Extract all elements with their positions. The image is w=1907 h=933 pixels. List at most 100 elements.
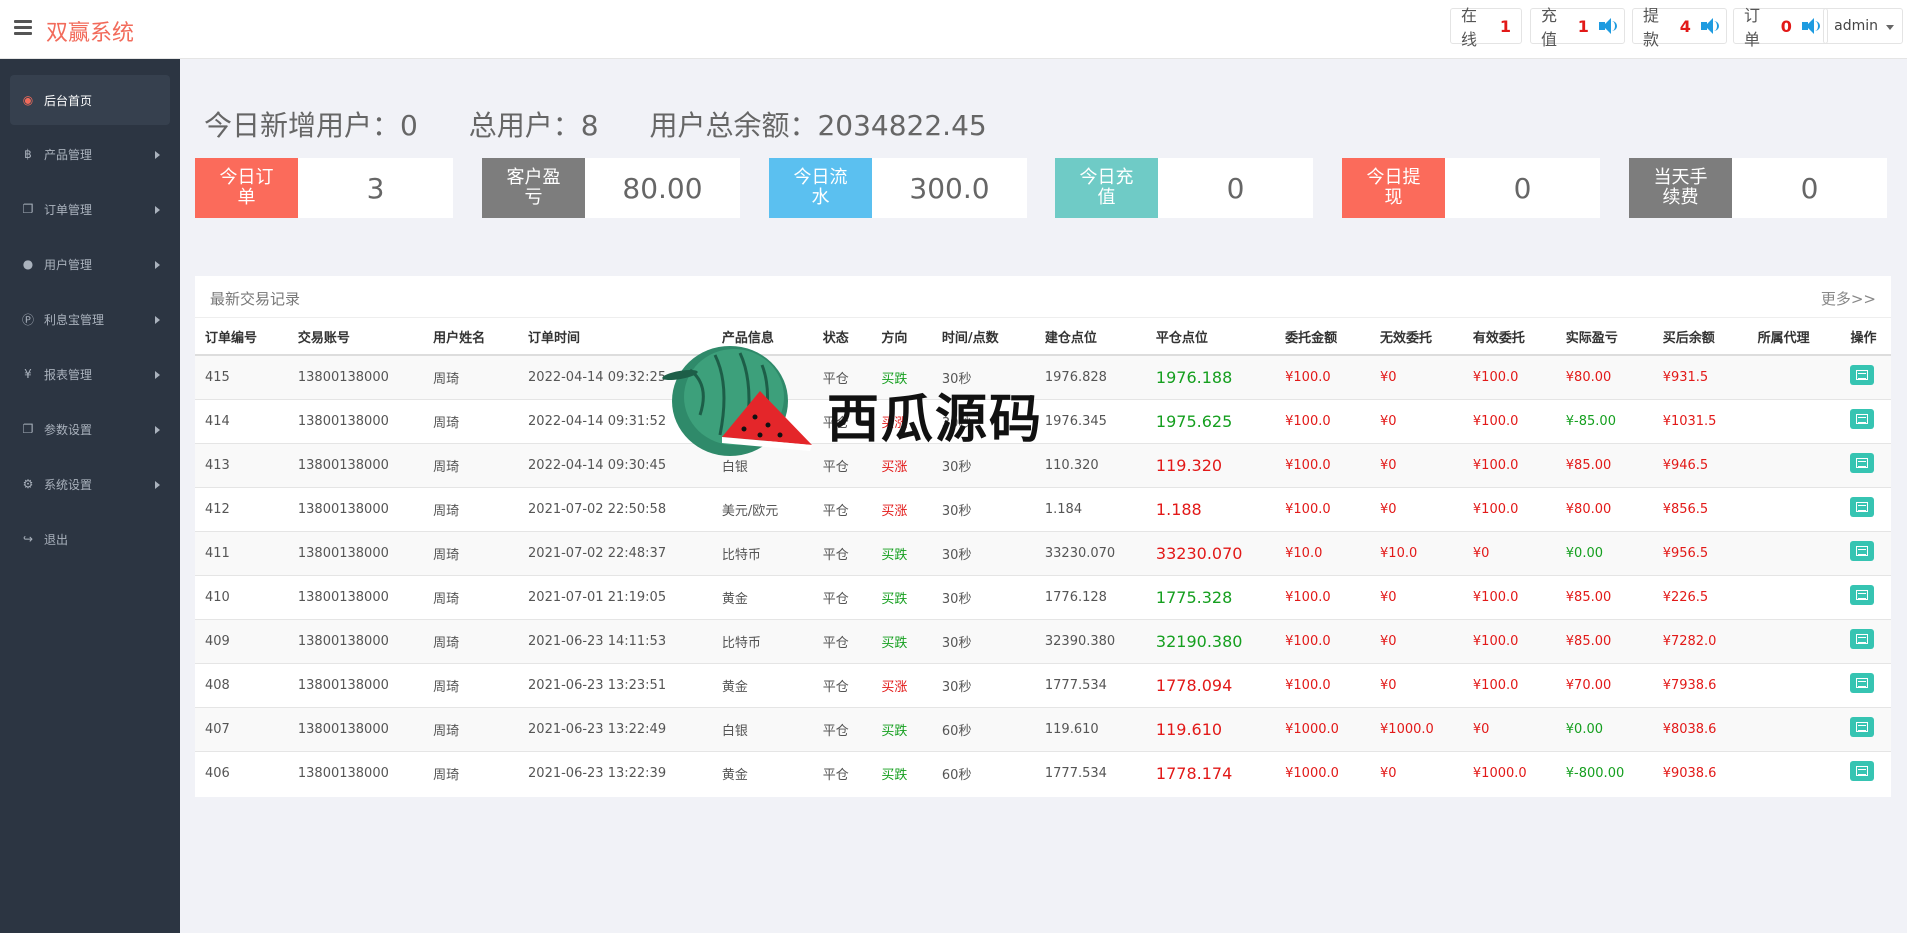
stat-card-value: 3 bbox=[366, 171, 385, 205]
table-header-row: 订单编号 交易账号 用户姓名 订单时间 产品信息 状态 方向 时间/点数 建仓点位 平仓点位 委托金… bbox=[195, 318, 1891, 356]
order-detail-button[interactable] bbox=[1850, 541, 1875, 561]
cell-id: 410 bbox=[195, 574, 288, 619]
cell-name: 周琦 bbox=[423, 398, 519, 443]
cell-dur: 30秒 bbox=[931, 618, 1035, 663]
cell-id: 407 bbox=[195, 706, 288, 751]
brand-title: 双赢系统 bbox=[46, 21, 135, 46]
cell-acct: 13800138000 bbox=[287, 706, 424, 751]
cell-open: 1777.534 bbox=[1034, 662, 1146, 707]
chevron-right-icon bbox=[155, 481, 160, 489]
cell-name: 周琦 bbox=[423, 618, 519, 663]
cell-status: 平仓 bbox=[812, 398, 872, 443]
cell-open: 1976.345 bbox=[1034, 398, 1146, 443]
cell-open: 1.184 bbox=[1034, 486, 1146, 531]
cell-acct: 13800138000 bbox=[287, 662, 424, 707]
cell-valid: ¥100.0 bbox=[1462, 574, 1556, 619]
cell-valid: ¥100.0 bbox=[1462, 486, 1556, 531]
order-detail-button[interactable] bbox=[1850, 409, 1875, 429]
more-link[interactable]: 更多>> bbox=[1821, 288, 1876, 309]
column-header: 委托金额 bbox=[1275, 318, 1371, 356]
stat-card-client-pnl: 客户盈亏 80.00 bbox=[482, 158, 740, 218]
cell-id: 406 bbox=[195, 750, 288, 795]
cell-acct: 13800138000 bbox=[287, 750, 424, 795]
order-detail-button[interactable] bbox=[1850, 673, 1875, 693]
cell-pnl: ¥0.00 bbox=[1555, 706, 1653, 751]
cell-agent bbox=[1747, 662, 1841, 707]
admin-dropdown[interactable]: admin bbox=[1823, 8, 1903, 44]
cell-time: 2022-04-14 09:32:25 bbox=[518, 354, 712, 399]
cell-invalid: ¥0 bbox=[1370, 354, 1463, 399]
sidebar-item-reports[interactable]: ¥ 报表管理 bbox=[10, 349, 170, 399]
cell-close: 1975.625 bbox=[1145, 398, 1276, 443]
order-detail-button[interactable] bbox=[1850, 365, 1875, 386]
sidebar-item-system[interactable]: ⚙ 系统设置 bbox=[10, 459, 170, 509]
cell-balance: ¥7938.6 bbox=[1652, 662, 1748, 707]
cell-invalid: ¥1000.0 bbox=[1370, 706, 1463, 751]
copy-icon: ❐ bbox=[22, 202, 34, 216]
stat-card-label: 今日订单 bbox=[195, 158, 298, 218]
sidebar-item-dashboard[interactable]: ◉ 后台首页 bbox=[10, 75, 170, 125]
chevron-right-icon bbox=[155, 426, 160, 434]
cell-id: 411 bbox=[195, 530, 288, 575]
cell-agent bbox=[1747, 530, 1841, 575]
speaker-icon[interactable] bbox=[1598, 18, 1617, 34]
sidebar-item-label: 利息宝管理 bbox=[44, 312, 105, 327]
order-detail-button[interactable] bbox=[1850, 629, 1875, 649]
sidebar-item-params[interactable]: ❐ 参数设置 bbox=[10, 404, 170, 454]
cell-agent bbox=[1747, 354, 1841, 399]
recharge-indicator[interactable]: 充值 1 bbox=[1530, 6, 1625, 49]
cell-dir: 买跌 bbox=[871, 750, 932, 795]
cell-balance: ¥226.5 bbox=[1652, 574, 1748, 619]
speaker-icon[interactable] bbox=[1801, 18, 1820, 34]
order-detail-button[interactable] bbox=[1850, 717, 1875, 737]
cell-pnl: ¥-85.00 bbox=[1555, 398, 1653, 443]
sidebar-item-logout[interactable]: ↪ 退出 bbox=[10, 514, 170, 564]
cell-status: 平仓 bbox=[812, 574, 872, 619]
cell-agent bbox=[1747, 574, 1841, 619]
cell-dur: 30秒 bbox=[931, 574, 1035, 619]
cell-agent bbox=[1747, 706, 1841, 751]
cell-id: 412 bbox=[195, 486, 288, 531]
cell-close: 119.320 bbox=[1145, 442, 1276, 487]
online-count: 1 bbox=[1499, 16, 1511, 36]
table-row: 408 13800138000 周琦 2021-06-23 13:23:51 黄金 平仓买… bbox=[195, 662, 1891, 707]
speaker-icon[interactable] bbox=[1700, 18, 1719, 34]
cell-id: 413 bbox=[195, 442, 288, 487]
cell-invalid: ¥0 bbox=[1370, 486, 1463, 531]
chevron-right-icon bbox=[155, 316, 160, 324]
cell-time: 2021-06-23 14:11:53 bbox=[518, 618, 712, 663]
online-indicator[interactable]: 在线 1 bbox=[1450, 6, 1522, 49]
yen-icon: ¥ bbox=[24, 367, 32, 381]
withdraw-indicator[interactable]: 提款 4 bbox=[1632, 6, 1727, 49]
order-detail-button[interactable] bbox=[1850, 453, 1875, 473]
column-header: 状态 bbox=[812, 318, 872, 356]
cell-product: 白银 bbox=[711, 706, 813, 751]
cell-dur: 30秒 bbox=[931, 530, 1035, 575]
sidebar-item-products[interactable]: ฿ 产品管理 bbox=[10, 129, 170, 179]
cell-action bbox=[1840, 398, 1891, 443]
cell-valid: ¥100.0 bbox=[1462, 442, 1556, 487]
hamburger-menu-icon[interactable] bbox=[14, 20, 32, 36]
cell-pnl: ¥85.00 bbox=[1555, 618, 1653, 663]
stat-card-label: 今日提现 bbox=[1342, 158, 1445, 218]
stat-card-label: 今日流水 bbox=[769, 158, 872, 218]
order-detail-button[interactable] bbox=[1850, 761, 1875, 782]
cell-balance: ¥7282.0 bbox=[1652, 618, 1748, 663]
cell-close: 33230.070 bbox=[1145, 530, 1276, 575]
cell-dur: 30秒 bbox=[931, 662, 1035, 707]
sidebar-item-orders[interactable]: ❐ 订单管理 bbox=[10, 184, 170, 234]
cell-action bbox=[1840, 750, 1891, 795]
cell-agent bbox=[1747, 398, 1841, 443]
table-row: 406 13800138000 周琦 2021-06-23 13:22:39 黄金 平仓买… bbox=[195, 750, 1891, 795]
column-header: 实际盈亏 bbox=[1555, 318, 1653, 356]
sidebar-item-interest[interactable]: Ⓟ 利息宝管理 bbox=[10, 294, 170, 344]
order-indicator[interactable]: 订单 0 bbox=[1733, 6, 1828, 49]
sidebar-item-label: 用户管理 bbox=[44, 257, 93, 272]
order-detail-button[interactable] bbox=[1850, 497, 1875, 517]
sidebar-item-users[interactable]: ● 用户管理 bbox=[10, 239, 170, 289]
withdraw-count: 4 bbox=[1679, 16, 1691, 36]
cell-dir: 买跌 bbox=[871, 354, 932, 399]
order-detail-button[interactable] bbox=[1850, 585, 1875, 605]
cell-dir: 买跌 bbox=[871, 706, 932, 751]
cell-dur: 30秒 bbox=[931, 354, 1035, 399]
